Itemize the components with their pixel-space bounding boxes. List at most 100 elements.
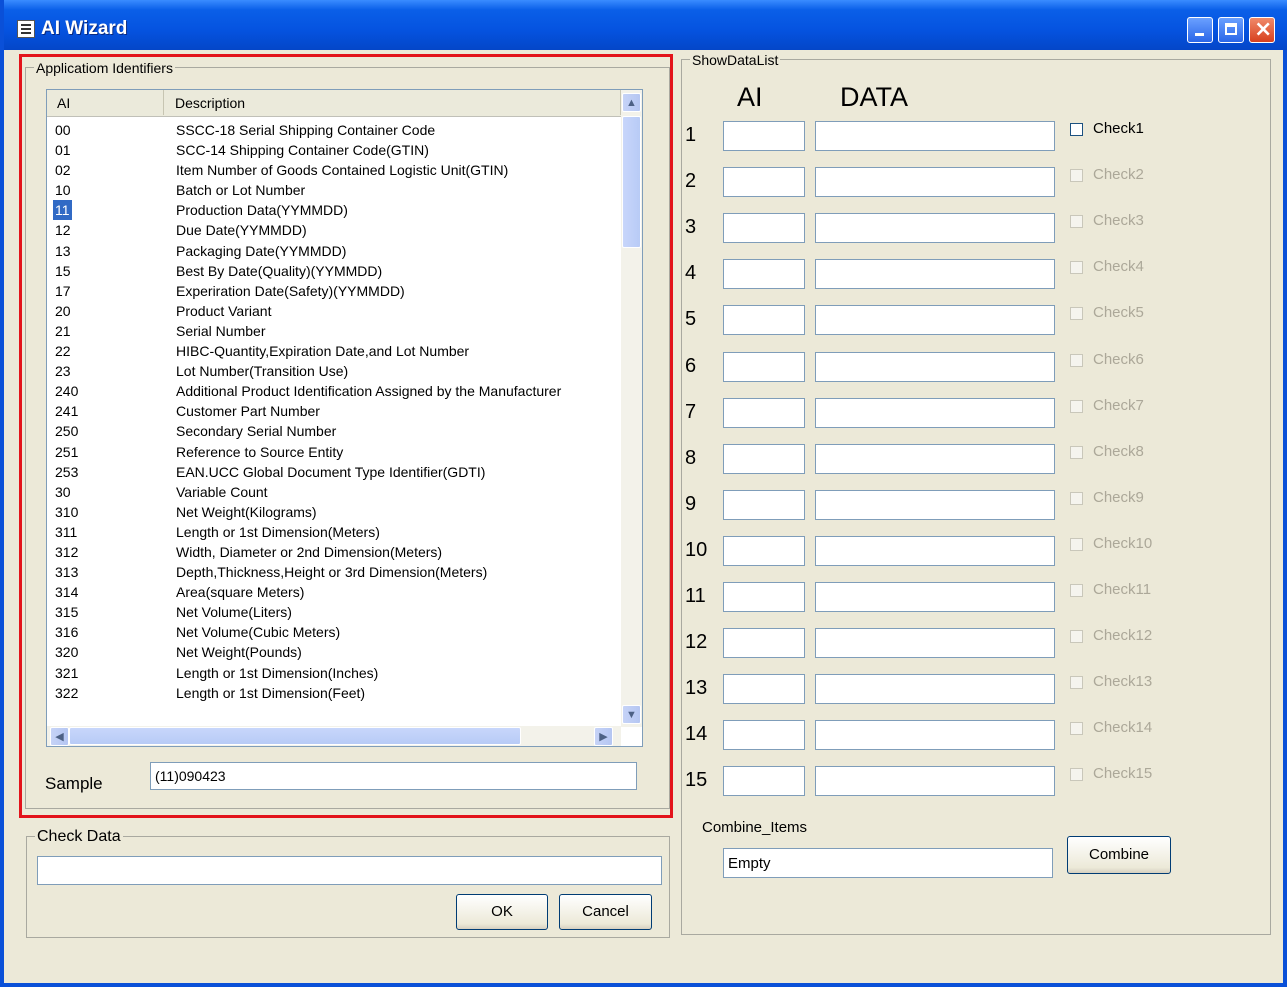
- ai-listview[interactable]: AI Description 00 SSCC-18 Serial Shipping…: [46, 89, 643, 747]
- list-item[interactable]: 320 Net Weight(Pounds): [47, 642, 621, 662]
- scroll-up-icon[interactable]: ▲: [622, 93, 641, 112]
- list-item[interactable]: 251 Reference to Source Entity: [47, 442, 621, 462]
- data-field-4[interactable]: [815, 259, 1055, 290]
- list-item-ai: 13: [55, 242, 71, 259]
- title-bar[interactable]: AI Wizard ×: [4, 0, 1287, 50]
- list-item[interactable]: 322 Length or 1st Dimension(Feet): [47, 683, 621, 703]
- data-field-15[interactable]: [815, 766, 1055, 797]
- checkbox-label-4: Check4: [1093, 258, 1144, 276]
- list-item[interactable]: 23 Lot Number(Transition Use): [47, 361, 621, 381]
- column-header-description[interactable]: Description: [164, 90, 621, 115]
- list-item[interactable]: 241 Customer Part Number: [47, 401, 621, 421]
- list-item-ai: 253: [55, 463, 79, 480]
- ai-field-12[interactable]: [723, 628, 805, 659]
- ai-field-7[interactable]: [723, 397, 805, 428]
- list-item[interactable]: 310 Net Weight(Kilograms): [47, 502, 621, 522]
- ai-field-9[interactable]: [723, 489, 805, 520]
- cancel-button[interactable]: Cancel: [559, 894, 652, 930]
- data-field-13[interactable]: [815, 674, 1055, 705]
- data-field-2[interactable]: [815, 167, 1055, 198]
- data-field-1[interactable]: [815, 121, 1055, 151]
- checkbox-label-14: Check14: [1093, 719, 1153, 737]
- minimize-button[interactable]: [1187, 17, 1213, 43]
- list-item[interactable]: 253 EAN.UCC Global Document Type Identifi…: [47, 462, 621, 482]
- list-item-description: Reference to Source Entity: [176, 443, 344, 460]
- list-item-ai: 321: [55, 664, 79, 681]
- list-item[interactable]: 15 Best By Date(Quality)(YYMMDD): [47, 261, 621, 281]
- list-item[interactable]: 314 Area(square Meters): [47, 582, 621, 602]
- list-item[interactable]: 13 Packaging Date(YYMMDD): [47, 241, 621, 261]
- close-button[interactable]: ×: [1249, 17, 1275, 43]
- ai-field-5[interactable]: [723, 305, 805, 336]
- list-item[interactable]: 20 Product Variant: [47, 301, 621, 321]
- ai-field-1[interactable]: [723, 121, 805, 151]
- list-item[interactable]: 10 Batch or Lot Number: [47, 180, 621, 200]
- list-item-description: Length or 1st Dimension(Inches): [176, 664, 379, 681]
- sample-input[interactable]: [150, 762, 637, 790]
- data-field-9[interactable]: [815, 489, 1055, 520]
- ai-field-6[interactable]: [723, 351, 805, 382]
- list-item[interactable]: 22 HIBC-Quantity,Expiration Date,and Lot …: [47, 341, 621, 361]
- row-number: 11: [685, 585, 706, 607]
- check-data-input[interactable]: [37, 856, 662, 885]
- data-field-14[interactable]: [815, 720, 1055, 751]
- data-field-10[interactable]: [815, 535, 1055, 566]
- list-item[interactable]: 00 SSCC-18 Serial Shipping Container Code: [47, 120, 621, 140]
- maximize-button[interactable]: [1218, 17, 1244, 43]
- combine-items-input[interactable]: [723, 848, 1053, 878]
- list-item[interactable]: 17 Experiration Date(Safety)(YYMMDD): [47, 281, 621, 301]
- list-item[interactable]: 250 Secondary Serial Number: [47, 421, 621, 441]
- list-item-description: SCC-14 Shipping Container Code(GTIN): [176, 142, 429, 159]
- ai-field-10[interactable]: [723, 535, 805, 566]
- data-field-11[interactable]: [815, 582, 1055, 612]
- list-item-description: Item Number of Goods Contained Logistic …: [176, 162, 509, 179]
- ai-field-3[interactable]: [723, 213, 805, 244]
- ai-field-11[interactable]: [723, 582, 805, 612]
- checkbox-6: [1070, 353, 1083, 367]
- vertical-scrollbar[interactable]: ▲ ▼: [621, 90, 642, 727]
- combine-button[interactable]: Combine: [1067, 836, 1171, 874]
- list-item-ai: 11: [53, 200, 72, 221]
- vertical-scroll-thumb[interactable]: [622, 116, 641, 248]
- data-field-7[interactable]: [815, 397, 1055, 428]
- list-item-ai: 311: [55, 523, 78, 540]
- data-field-6[interactable]: [815, 351, 1055, 382]
- list-item[interactable]: 11 Production Data(YYMMDD): [47, 200, 621, 221]
- ai-field-8[interactable]: [723, 443, 805, 474]
- data-field-12[interactable]: [815, 628, 1055, 659]
- horizontal-scrollbar[interactable]: ◀ ▶: [47, 726, 621, 746]
- checkbox-1[interactable]: [1070, 123, 1083, 136]
- show-data-list-label: ShowDataList: [690, 52, 781, 68]
- list-item-ai: 320: [55, 644, 79, 661]
- data-field-3[interactable]: [815, 213, 1055, 244]
- list-item[interactable]: 01 SCC-14 Shipping Container Code(GTIN): [47, 140, 621, 160]
- ai-field-14[interactable]: [723, 720, 805, 751]
- list-item[interactable]: 21 Serial Number: [47, 321, 621, 341]
- data-field-5[interactable]: [815, 305, 1055, 336]
- window-title: AI Wizard: [41, 18, 128, 39]
- list-item[interactable]: 316 Net Volume(Cubic Meters): [47, 622, 621, 642]
- ai-field-4[interactable]: [723, 259, 805, 290]
- scroll-right-icon[interactable]: ▶: [594, 727, 613, 746]
- column-header-ai[interactable]: AI: [47, 90, 164, 115]
- ai-field-13[interactable]: [723, 674, 805, 705]
- data-field-8[interactable]: [815, 443, 1055, 474]
- list-item[interactable]: 311 Length or 1st Dimension(Meters): [47, 522, 621, 542]
- ai-field-2[interactable]: [723, 167, 805, 198]
- list-item[interactable]: 12 Due Date(YYMMDD): [47, 220, 621, 240]
- list-item[interactable]: 30 Variable Count: [47, 482, 621, 502]
- sample-label: Sample: [45, 774, 103, 793]
- list-item[interactable]: 313 Depth,Thickness,Height or 3rd Dimensi…: [47, 562, 621, 582]
- list-item[interactable]: 321 Length or 1st Dimension(Inches): [47, 663, 621, 683]
- list-item[interactable]: 02 Item Number of Goods Contained Logisti…: [47, 160, 621, 180]
- checkbox-5: [1070, 307, 1083, 321]
- list-item[interactable]: 240 Additional Product Identification Ass…: [47, 381, 621, 401]
- horizontal-scroll-thumb[interactable]: [69, 727, 521, 745]
- scroll-left-icon[interactable]: ◀: [50, 727, 69, 746]
- list-item[interactable]: 312 Width, Diameter or 2nd Dimension(Mete…: [47, 542, 621, 562]
- ok-button[interactable]: OK: [456, 894, 548, 930]
- scroll-down-icon[interactable]: ▼: [622, 705, 641, 724]
- list-item[interactable]: 315 Net Volume(Liters): [47, 602, 621, 622]
- ai-field-15[interactable]: [723, 766, 805, 797]
- list-item-description: EAN.UCC Global Document Type Identifier(…: [176, 463, 486, 480]
